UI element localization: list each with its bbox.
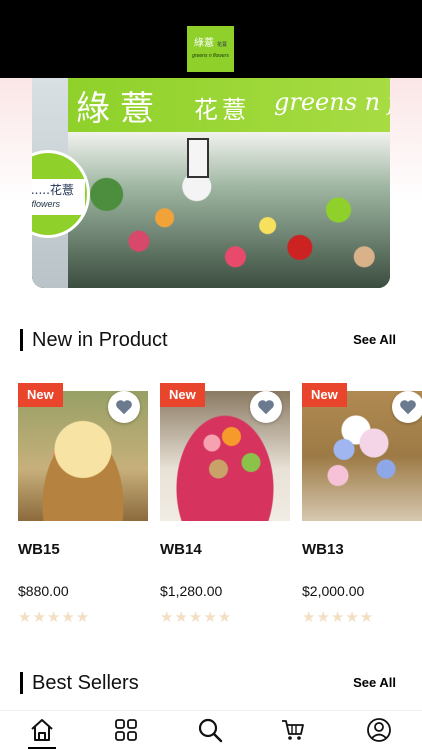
nav-search[interactable]	[195, 715, 225, 745]
new-in-see-all-link[interactable]: See All	[353, 332, 396, 348]
shop-sign: 綠薏 花薏 greens n flo	[68, 78, 390, 132]
product-price: $1,280.00	[160, 583, 223, 599]
product-name: WB14	[160, 541, 202, 558]
best-sellers-header: Best Sellers See All	[0, 670, 422, 696]
sign-cn: 綠薏	[76, 89, 164, 129]
bottom-nav	[0, 710, 422, 750]
product-card[interactable]: New WB15 $880.00 ★★★★★	[18, 383, 148, 633]
logo-cn-small: 花薏	[216, 42, 227, 48]
new-badge: New	[302, 383, 347, 407]
best-sellers-title: Best Sellers	[32, 672, 139, 694]
favorite-button[interactable]	[250, 391, 282, 423]
product-card[interactable]: New WB14 $1,280.00 ★★★★★	[160, 383, 290, 633]
sign-cn2: 花薏	[194, 96, 250, 124]
sign-en: greens n flo	[274, 88, 390, 116]
nav-active-indicator	[28, 747, 56, 749]
product-price: $880.00	[18, 583, 69, 599]
heart-icon	[400, 400, 416, 415]
logo-en: greens n flowers	[192, 53, 229, 59]
nav-categories[interactable]	[111, 715, 141, 745]
badge-cn: 薏......花薏	[32, 183, 74, 197]
rating-stars: ★★★★★	[302, 609, 375, 626]
product-card[interactable]: New WB13 $2,000.00 ★★★★★	[302, 383, 422, 633]
shop-door	[187, 138, 209, 178]
best-sellers-see-all-link[interactable]: See All	[353, 675, 396, 691]
new-badge: New	[160, 383, 205, 407]
heart-icon	[116, 400, 132, 415]
rating-stars: ★★★★★	[18, 609, 91, 626]
app-root: 綠薏花薏 greens n flowers 綠薏 花薏 greens n flo…	[0, 0, 422, 750]
cart-icon	[282, 720, 304, 740]
nav-cart[interactable]	[278, 715, 308, 745]
badge-en: s n flowers	[32, 199, 61, 209]
shop-photo	[68, 132, 390, 288]
top-bar: 綠薏 花薏 greens n flowers	[0, 0, 422, 78]
heart-icon	[258, 400, 274, 415]
new-in-title: New in Product	[32, 329, 168, 351]
search-icon	[198, 718, 223, 743]
product-name: WB15	[18, 541, 60, 558]
nav-profile[interactable]	[364, 715, 394, 745]
hero-banner[interactable]: 綠薏 花薏 greens n flo 薏......花薏 s n flowers	[32, 78, 390, 288]
profile-icon	[367, 718, 391, 742]
new-badge: New	[18, 383, 63, 407]
nav-home[interactable]	[27, 715, 57, 745]
rating-stars: ★★★★★	[160, 609, 233, 626]
product-price: $2,000.00	[302, 583, 365, 599]
favorite-button[interactable]	[392, 391, 422, 423]
logo-cn: 綠薏	[193, 38, 214, 49]
product-name: WB13	[302, 541, 344, 558]
home-icon	[31, 719, 53, 741]
favorite-button[interactable]	[108, 391, 140, 423]
section-bar	[20, 329, 23, 351]
grid-icon	[115, 719, 137, 741]
new-in-header: New in Product See All	[0, 327, 422, 353]
section-bar	[20, 672, 23, 694]
brand-logo[interactable]: 綠薏 花薏 greens n flowers	[187, 26, 234, 72]
